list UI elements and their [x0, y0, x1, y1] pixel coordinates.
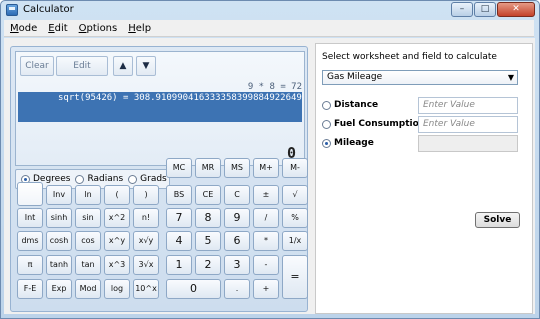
mileage-result	[418, 135, 518, 152]
field-mileage[interactable]: Mileage	[322, 138, 374, 148]
title-bar: Calculator – □ ✕	[1, 1, 539, 20]
menu-mode[interactable]: Mode	[10, 23, 37, 34]
key-C[interactable]: C	[224, 185, 250, 205]
field-fuel-consumption[interactable]: Fuel Consumption	[322, 119, 425, 129]
solve-button[interactable]: Solve	[475, 212, 520, 228]
key-Mx45[interactable]: M-	[282, 158, 308, 178]
radio-icon	[128, 174, 138, 184]
window-title: Calculator	[23, 4, 74, 15]
key-1x47x[interactable]: 1/x	[282, 231, 308, 251]
maximize-button[interactable]: □	[474, 2, 496, 17]
minimize-button[interactable]: –	[451, 2, 473, 17]
key-Mx43[interactable]: M+	[253, 158, 279, 178]
key-6[interactable]: 6	[224, 231, 250, 251]
key-x42[interactable]: *	[253, 231, 279, 251]
menu-edit[interactable]: Edit	[48, 23, 67, 34]
key-x61[interactable]: =	[282, 255, 308, 299]
key-MC[interactable]: MC	[166, 158, 192, 178]
key-sin[interactable]: sin	[75, 208, 101, 228]
key-4[interactable]: 4	[166, 231, 192, 251]
key-3[interactable]: 3	[224, 255, 250, 275]
key-dms[interactable]: dms	[17, 231, 43, 251]
key-10x94x[interactable]: 10^x	[133, 279, 159, 299]
key-cosh[interactable]: cosh	[46, 231, 72, 251]
radio-radians[interactable]: Radians	[75, 174, 123, 184]
key-nx33[interactable]: n!	[133, 208, 159, 228]
key-x177[interactable]: ±	[253, 185, 279, 205]
calculator-pane: Clear Edit ▲ ▼ 9 * 8 = 72 sqrt(95426) = …	[10, 46, 308, 312]
key-tanh[interactable]: tanh	[46, 255, 72, 275]
key-MS[interactable]: MS	[224, 158, 250, 178]
key-blank[interactable]	[17, 182, 43, 206]
history-entry[interactable]: 9 * 8 = 72	[248, 82, 302, 92]
key-Inv[interactable]: Inv	[46, 185, 72, 205]
radio-selected-icon	[322, 138, 331, 148]
key-x43[interactable]: +	[253, 279, 279, 299]
key-CE[interactable]: CE	[195, 185, 221, 205]
key-xx8730y[interactable]: x√y	[133, 231, 159, 251]
key-xx943[interactable]: x^3	[104, 255, 130, 275]
menu-bar: Mode Edit Options Help	[4, 20, 534, 37]
key-Mod[interactable]: Mod	[75, 279, 101, 299]
chevron-down-icon: ▼	[507, 73, 514, 82]
key-Exp[interactable]: Exp	[46, 279, 72, 299]
key-MR[interactable]: MR	[195, 158, 221, 178]
key-log[interactable]: log	[104, 279, 130, 299]
history-selection-band	[18, 104, 302, 122]
worksheet-select-value: Gas Mileage	[327, 72, 383, 82]
key-x46[interactable]: .	[224, 279, 250, 299]
key-ln[interactable]: ln	[75, 185, 101, 205]
client-area: Clear Edit ▲ ▼ 9 * 8 = 72 sqrt(95426) = …	[4, 38, 535, 314]
key-BS[interactable]: BS	[166, 185, 192, 205]
key-xx94y[interactable]: x^y	[104, 231, 130, 251]
worksheet-heading: Select worksheet and field to calculate	[322, 52, 497, 62]
history-entry-selected[interactable]: sqrt(95426) = 308.9109904163333583998849…	[18, 92, 302, 104]
worksheet-pane: Select worksheet and field to calculate …	[315, 43, 533, 314]
radio-icon	[322, 100, 331, 110]
key-Int[interactable]: Int	[17, 208, 43, 228]
key-x37[interactable]: %	[282, 208, 308, 228]
key-2[interactable]: 2	[195, 255, 221, 275]
edit-history-button[interactable]: Edit	[56, 56, 108, 76]
key-x960[interactable]: π	[17, 255, 43, 275]
distance-input[interactable]: Enter Value	[418, 97, 518, 114]
up-arrow-icon[interactable]: ▲	[113, 56, 133, 76]
menu-options[interactable]: Options	[79, 23, 118, 34]
menu-help[interactable]: Help	[128, 23, 151, 34]
worksheet-select[interactable]: Gas Mileage ▼	[322, 70, 518, 85]
calculator-app-icon	[6, 4, 18, 16]
key-0[interactable]: 0	[166, 279, 221, 299]
key-3x8730x[interactable]: 3√x	[133, 255, 159, 275]
radio-grads[interactable]: Grads	[128, 174, 167, 184]
close-button[interactable]: ✕	[497, 2, 535, 17]
field-distance[interactable]: Distance	[322, 100, 378, 110]
clear-history-button[interactable]: Clear	[20, 56, 54, 76]
key-x45[interactable]: -	[253, 255, 279, 275]
key-x40[interactable]: (	[104, 185, 130, 205]
key-cos[interactable]: cos	[75, 231, 101, 251]
display-area: Clear Edit ▲ ▼ 9 * 8 = 72 sqrt(95426) = …	[15, 51, 305, 166]
key-9[interactable]: 9	[224, 208, 250, 228]
key-x41[interactable]: )	[133, 185, 159, 205]
key-tan[interactable]: tan	[75, 255, 101, 275]
key-x47[interactable]: /	[253, 208, 279, 228]
key-7[interactable]: 7	[166, 208, 192, 228]
key-xx942[interactable]: x^2	[104, 208, 130, 228]
down-arrow-icon[interactable]: ▼	[136, 56, 156, 76]
radio-icon	[322, 119, 331, 129]
key-sinh[interactable]: sinh	[46, 208, 72, 228]
fuel-consumption-input[interactable]: Enter Value	[418, 116, 518, 133]
radio-icon	[75, 174, 85, 184]
key-1[interactable]: 1	[166, 255, 192, 275]
key-8[interactable]: 8	[195, 208, 221, 228]
history-list: 9 * 8 = 72 sqrt(95426) = 308.91099041633…	[18, 82, 302, 138]
key-5[interactable]: 5	[195, 231, 221, 251]
key-Fx45E[interactable]: F-E	[17, 279, 43, 299]
key-x8730[interactable]: √	[282, 185, 308, 205]
